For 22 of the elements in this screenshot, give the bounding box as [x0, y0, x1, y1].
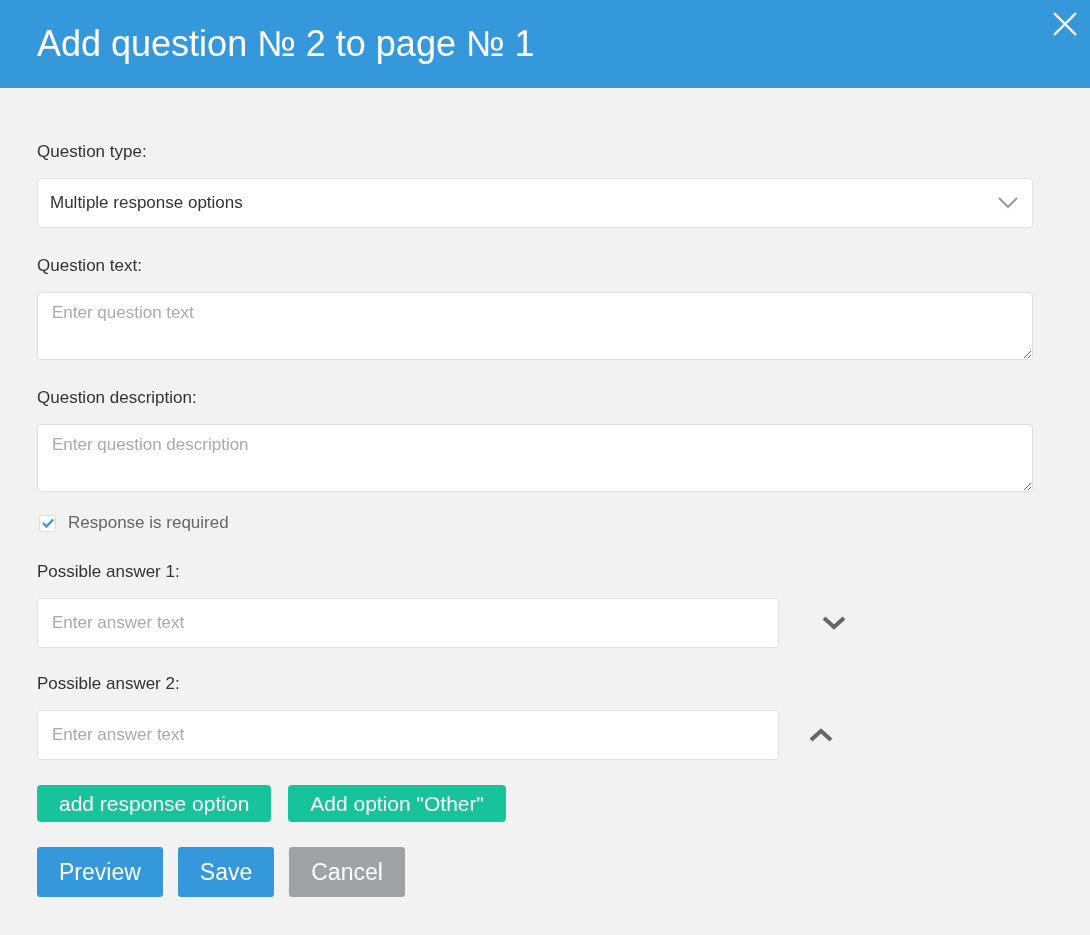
answer-input[interactable]: Enter answer text	[37, 598, 779, 648]
question-text-field[interactable]: Enter question text	[37, 292, 1033, 360]
field-label: Possible answer 1:	[37, 561, 180, 583]
question-description-field[interactable]: Enter question description	[37, 424, 1033, 492]
chevron-up-icon[interactable]	[809, 728, 833, 742]
required-checkbox[interactable]	[39, 514, 56, 532]
action-button[interactable]: Preview	[37, 847, 163, 897]
field-label: Question description:	[37, 387, 197, 409]
chevron-down-icon[interactable]	[822, 616, 846, 630]
checkbox-label: Response is required	[68, 513, 229, 533]
dialog-title: Add question № 2 to page № 1	[37, 23, 535, 65]
close-icon[interactable]	[1052, 11, 1078, 37]
cancel-button[interactable]: Cancel	[289, 847, 405, 897]
add-option-button[interactable]: add response option	[37, 785, 272, 822]
question-type-select[interactable]: Multiple response options	[37, 178, 1033, 228]
field-label: Possible answer 2:	[37, 673, 180, 695]
field-label: Question type:	[37, 141, 147, 163]
action-button[interactable]: Save	[177, 847, 275, 897]
answer-input[interactable]: Enter answer text	[37, 710, 779, 760]
add-option-button[interactable]: Add option "Other"	[288, 785, 506, 822]
chevron-down-icon	[998, 197, 1018, 209]
field-label: Question text:	[37, 255, 142, 277]
